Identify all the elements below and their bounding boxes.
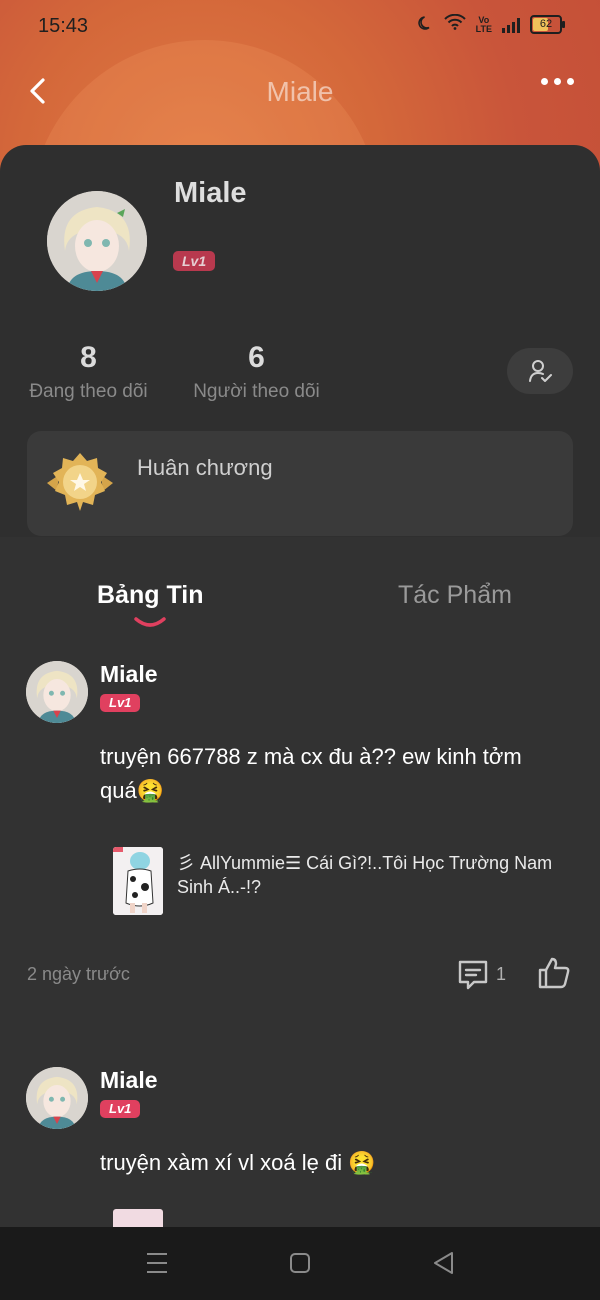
following-stat[interactable]: 8 Đang theo dõi: [27, 341, 150, 403]
recent-apps-button[interactable]: [146, 1251, 168, 1280]
volte-bottom-text: LTE: [475, 23, 492, 34]
post-text: truyện 667788 z mà cx đu à?? ew kinh tởm…: [100, 744, 522, 803]
followers-stat[interactable]: 6 Người theo dõi: [190, 341, 323, 403]
referenced-story[interactable]: 彡 AllYummie☰ Cái Gì?!..Tôi Học Trường Na…: [113, 847, 563, 915]
tab-works[interactable]: Tác Phẩm: [398, 581, 512, 610]
post-level-badge: Lv1: [100, 694, 141, 712]
level-badge: Lv1: [173, 251, 216, 271]
post-avatar[interactable]: [26, 661, 88, 723]
home-button[interactable]: [289, 1251, 311, 1280]
follow-button[interactable]: [507, 348, 573, 394]
moon-icon: [417, 14, 434, 35]
more-horizontal-icon: [541, 78, 548, 85]
avatar-image: [26, 661, 88, 723]
feed-post: Miale Lv1 truyện xàm xí vl xoá lẹ đi 🤮: [0, 1067, 600, 1239]
home-square-icon: [290, 1253, 310, 1273]
battery-level-text: 62: [539, 18, 553, 30]
system-nav-bar: [0, 1227, 600, 1300]
volte-icon: Vo LTE: [475, 15, 492, 34]
avatar-image: [26, 1067, 88, 1129]
medal-label: Huân chương: [137, 455, 273, 480]
following-count: 8: [80, 341, 97, 374]
battery-icon: 62: [530, 15, 565, 34]
active-tab-indicator: [134, 617, 166, 627]
profile-name: Miale: [174, 177, 247, 209]
story-cover-image: [113, 847, 163, 915]
medal-section[interactable]: Huân chương: [27, 431, 573, 536]
status-bar: 15:43 Vo LTE 62: [0, 0, 600, 52]
comment-button[interactable]: [455, 957, 491, 993]
avatar[interactable]: [47, 191, 147, 291]
status-icons: Vo LTE 62: [417, 13, 565, 35]
triangle-back-icon: [434, 1252, 453, 1274]
profile-card: Miale Lv1 8 Đang theo dõi 6 Người theo d…: [0, 145, 600, 545]
thumbs-up-icon: [538, 957, 570, 989]
comment-count: 1: [496, 964, 507, 984]
wifi-icon: [443, 13, 466, 35]
avatar-image: [47, 191, 147, 291]
followers-label: Người theo dõi: [193, 381, 320, 402]
post-author[interactable]: Miale: [100, 1067, 158, 1094]
post-text: truyện xàm xí vl xoá lẹ đi 🤮: [100, 1150, 376, 1175]
story-thumbnail: [113, 847, 163, 915]
post-avatar[interactable]: [26, 1067, 88, 1129]
like-button[interactable]: [536, 955, 572, 991]
followers-count: 6: [248, 341, 265, 374]
tab-feed[interactable]: Bảng Tin: [97, 581, 203, 610]
feed-section: Bảng Tin Tác Phẩm Miale Lv1 truyện 66778…: [0, 537, 600, 1239]
medal-icon: [47, 453, 113, 511]
user-check-icon: [529, 360, 552, 382]
following-label: Đang theo dõi: [29, 381, 148, 402]
story-title: 彡 AllYummie☰ Cái Gì?!..Tôi Học Trường Na…: [177, 853, 553, 897]
signal-icon: [502, 17, 520, 33]
post-author[interactable]: Miale: [100, 661, 158, 688]
status-time: 15:43: [38, 15, 89, 37]
menu-icon: [147, 1253, 167, 1273]
top-nav: Miale: [0, 66, 600, 116]
post-time: 2 ngày trước: [27, 964, 130, 984]
comment-icon: [458, 960, 488, 990]
page-title: Miale: [266, 76, 334, 107]
feed-post: Miale Lv1 truyện 667788 z mà cx đu à?? e…: [0, 661, 600, 991]
more-button[interactable]: [541, 78, 574, 85]
system-back-button[interactable]: [432, 1251, 454, 1280]
post-level-badge: Lv1: [100, 1100, 141, 1118]
